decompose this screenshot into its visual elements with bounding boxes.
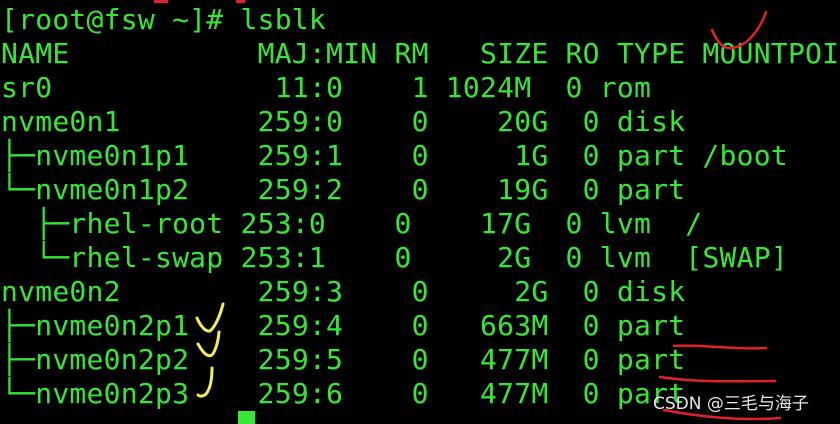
lsblk-row-nvme0n2p1: ├─nvme0n2p1 259:4 0 663M 0 part — [1, 309, 686, 342]
terminal-window[interactable]: [root@fsw ~]# lsblk NAME MAJ:MIN RM SIZE… — [0, 0, 840, 424]
terminal-cursor — [238, 411, 255, 424]
lsblk-header-row: NAME MAJ:MIN RM SIZE RO TYPE MOUNTPOINT — [1, 37, 840, 70]
lsblk-row-nvme0n2p3: └─nvme0n2p3 259:6 0 477M 0 part — [1, 377, 686, 410]
lsblk-row-nvme0n2: nvme0n2 259:3 0 2G 0 disk — [1, 275, 686, 308]
lsblk-row-rhel-root: ├─rhel-root 253:0 0 17G 0 lvm / — [1, 207, 703, 240]
red-underline-1 — [672, 344, 768, 350]
lsblk-row-nvme0n1p2: └─nvme0n1p2 259:2 0 19G 0 part — [1, 173, 686, 206]
lsblk-row-sr0: sr0 11:0 1 1024M 0 rom — [1, 71, 652, 104]
lsblk-row-nvme0n2p2: ├─nvme0n2p2 259:5 0 477M 0 part — [1, 343, 686, 376]
lsblk-row-nvme0n1: nvme0n1 259:0 0 20G 0 disk — [1, 105, 686, 138]
csdn-watermark: CSDN @三毛与海子 — [653, 394, 809, 414]
lsblk-row-nvme0n1p1: ├─nvme0n1p1 259:1 0 1G 0 part /boot — [1, 139, 788, 172]
lsblk-row-rhel-swap: └─rhel-swap 253:1 0 2G 0 lvm [SWAP] — [1, 241, 788, 274]
prompt-command-line: [root@fsw ~]# lsblk — [1, 3, 327, 36]
